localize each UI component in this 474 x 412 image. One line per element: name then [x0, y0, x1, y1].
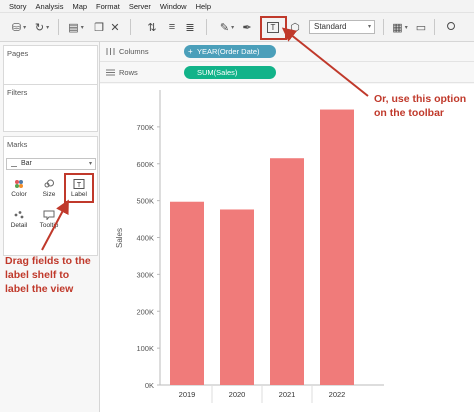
label-annotation-line-3: label the view	[5, 283, 74, 295]
toolbar-annotation-line-1: Or, use this option	[374, 93, 467, 105]
label-annotation-line-1: Drag fields to the	[5, 255, 91, 267]
label-shelf-annotation: Drag fields to the label shelf to label …	[5, 254, 91, 296]
toolbar-annotation: Or, use this option on the toolbar	[374, 92, 466, 120]
toolbar-arrow	[281, 27, 369, 97]
label-annotation-line-2: label shelf to	[5, 269, 70, 281]
label-arrow	[41, 199, 69, 251]
toolbar-annotation-line-2: on the toolbar	[374, 107, 444, 119]
annotation-arrows	[41, 27, 369, 251]
